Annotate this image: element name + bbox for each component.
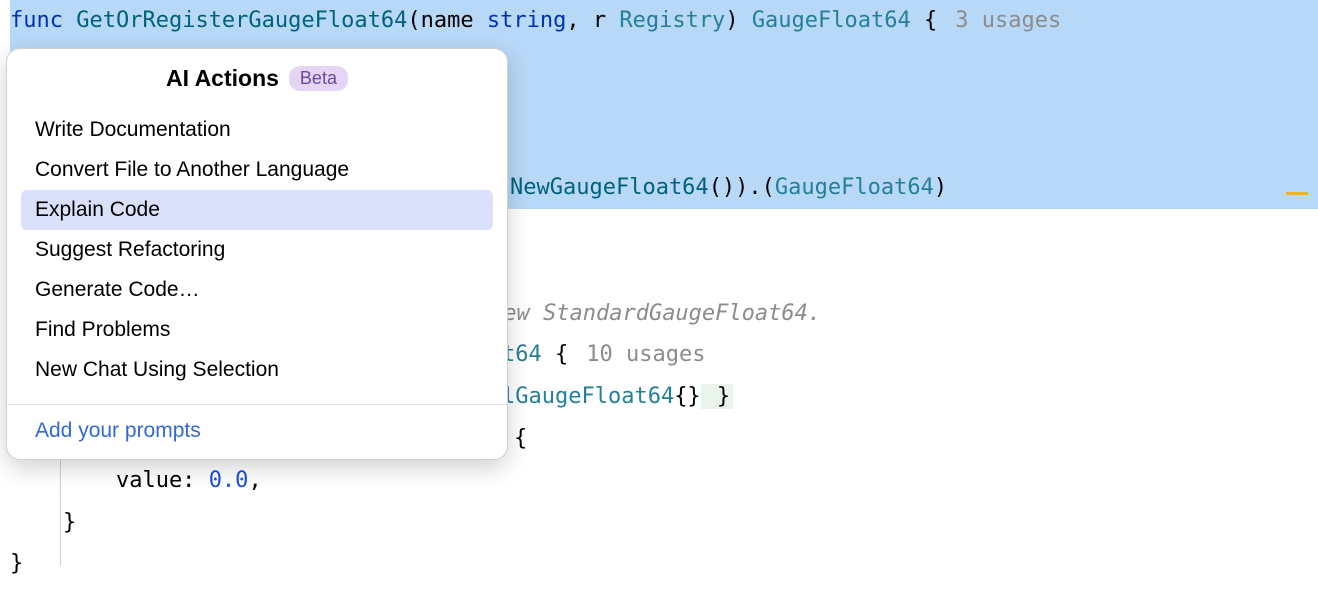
field-value: value:	[10, 468, 209, 493]
action-suggest-refactoring[interactable]: Suggest Refactoring	[21, 230, 493, 270]
call-parens: ()).(	[709, 175, 775, 200]
code-line-14[interactable]: }	[10, 543, 1318, 585]
code-line-12[interactable]: value: 0.0,	[10, 460, 1318, 502]
action-explain-code[interactable]: Explain Code	[21, 190, 493, 230]
code-line-13[interactable]: }	[10, 502, 1318, 544]
action-write-documentation[interactable]: Write Documentation	[21, 110, 493, 150]
usages-hint[interactable]: 3 usages	[955, 8, 1061, 33]
comma: ,	[566, 8, 593, 33]
popup-footer: Add your prompts	[7, 409, 507, 459]
brace-close: }	[10, 510, 76, 535]
popup-items: Write Documentation Convert File to Anot…	[7, 106, 507, 400]
number-literal: 0.0	[209, 468, 249, 493]
popup-title: AI Actions	[166, 65, 279, 92]
param-type-registry: Registry	[619, 8, 725, 33]
close-brace-hl: }	[701, 384, 734, 409]
comment: new StandardGaugeFloat64.	[490, 301, 821, 326]
action-generate-code[interactable]: Generate Code…	[21, 270, 493, 310]
add-your-prompts-link[interactable]: Add your prompts	[35, 419, 201, 442]
ai-actions-popup: AI Actions Beta Write Documentation Conv…	[6, 48, 508, 460]
paren-open: (	[407, 8, 420, 33]
type-assert: GaugeFloat64	[775, 175, 934, 200]
param-r: r	[593, 8, 620, 33]
paren-close: )	[725, 8, 752, 33]
brace-open: {	[542, 342, 569, 367]
beta-badge: Beta	[289, 66, 348, 91]
param-name: name	[421, 8, 487, 33]
type-name-l: lGaugeFloat64	[502, 384, 674, 409]
action-convert-file[interactable]: Convert File to Another Language	[21, 150, 493, 190]
popup-header: AI Actions Beta	[7, 49, 507, 106]
popup-divider	[7, 404, 507, 405]
return-type: GaugeFloat64	[752, 8, 911, 33]
action-new-chat[interactable]: New Chat Using Selection	[21, 350, 493, 390]
scroll-marker[interactable]	[1286, 192, 1308, 195]
brace-open: {	[911, 8, 938, 33]
keyword-func: func	[10, 8, 76, 33]
struct-init: {}	[674, 384, 701, 409]
brace-open-2: {	[514, 426, 527, 451]
usages-hint-2[interactable]: 10 usages	[586, 342, 705, 367]
function-name: GetOrRegisterGaugeFloat64	[76, 8, 407, 33]
comma-2: ,	[248, 468, 261, 493]
call-new-gauge: NewGaugeFloat64	[510, 175, 709, 200]
action-find-problems[interactable]: Find Problems	[21, 310, 493, 350]
code-line-1[interactable]: func GetOrRegisterGaugeFloat64(name stri…	[10, 0, 1318, 42]
param-type-string: string	[487, 8, 566, 33]
close-paren: )	[934, 175, 947, 200]
brace-close-2: }	[10, 551, 23, 576]
